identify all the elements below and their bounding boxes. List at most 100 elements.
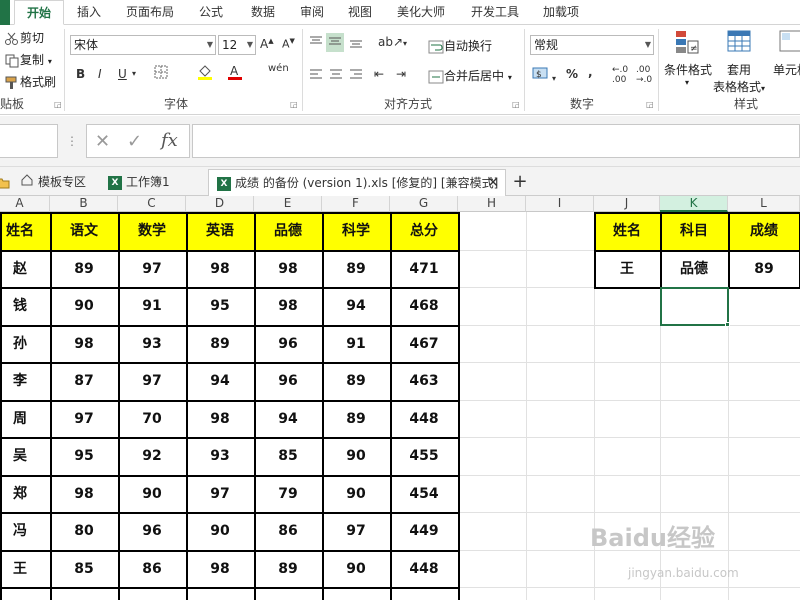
table-cell[interactable]: 93 bbox=[118, 325, 186, 363]
table-cell[interactable]: 89 bbox=[322, 400, 390, 438]
number-format-combo[interactable]: 常规 ▼ bbox=[530, 35, 654, 55]
table-cell[interactable]: 90 bbox=[322, 475, 390, 513]
clipboard-launcher-icon[interactable]: ◲ bbox=[54, 100, 62, 109]
insert-function-button[interactable]: fx bbox=[161, 130, 178, 151]
table-cell[interactable]: 89 bbox=[254, 550, 322, 588]
tab-formulas[interactable]: 公式 bbox=[188, 0, 234, 25]
close-icon[interactable]: ✕ bbox=[487, 170, 499, 196]
table-header-cell[interactable]: 总分 bbox=[390, 212, 458, 250]
tab-view[interactable]: 视图 bbox=[340, 0, 380, 25]
table-cell[interactable]: 89 bbox=[322, 250, 390, 288]
table-cell[interactable]: 79 bbox=[254, 475, 322, 513]
table-cell[interactable]: 449 bbox=[390, 512, 458, 550]
column-header-col-c[interactable]: C bbox=[118, 196, 186, 212]
currency-icon[interactable]: $ ▾ bbox=[532, 65, 556, 84]
chevron-down-icon[interactable]: ▾ bbox=[132, 69, 136, 78]
fill-color-icon[interactable] bbox=[196, 63, 214, 84]
table-cell[interactable]: 98 bbox=[50, 325, 118, 363]
table-header-cell[interactable]: 英语 bbox=[186, 212, 254, 250]
column-header-col-d[interactable]: D bbox=[186, 196, 254, 212]
column-header-col-i[interactable]: I bbox=[526, 196, 594, 212]
table-cell[interactable]: 90 bbox=[322, 550, 390, 588]
column-header-col-g[interactable]: G bbox=[390, 196, 458, 212]
table-cell[interactable]: 89 bbox=[50, 250, 118, 288]
tab-insert[interactable]: 插入 bbox=[66, 0, 112, 25]
table-cell[interactable]: 赵 bbox=[0, 250, 50, 288]
merge-center-button[interactable]: 合并后居中 ▾ bbox=[428, 67, 512, 84]
decrease-indent-icon[interactable]: ⇤ bbox=[374, 67, 384, 81]
formula-input[interactable] bbox=[192, 124, 800, 158]
table-cell[interactable]: 94 bbox=[322, 287, 390, 325]
table-cell[interactable]: 471 bbox=[390, 250, 458, 288]
folder-icon[interactable] bbox=[0, 169, 10, 196]
format-painter-button[interactable]: 格式刷 bbox=[4, 73, 56, 90]
table-header-cell[interactable]: 品德 bbox=[254, 212, 322, 250]
table-cell[interactable]: 98 bbox=[254, 250, 322, 288]
doc-tab-workbook1[interactable]: X 工作簿1 bbox=[108, 169, 204, 196]
table-cell[interactable]: 90 bbox=[186, 512, 254, 550]
table-cell[interactable]: 98 bbox=[254, 287, 322, 325]
table-cell[interactable]: 455 bbox=[390, 437, 458, 475]
conditional-format-button[interactable]: ≠ 条件格式 ▾ bbox=[664, 29, 712, 87]
align-top-icon[interactable] bbox=[308, 35, 324, 52]
table-cell[interactable]: 孙 bbox=[0, 325, 50, 363]
table-cell[interactable]: 96 bbox=[254, 325, 322, 363]
table-cell[interactable]: 87 bbox=[50, 362, 118, 400]
table-header-cell[interactable]: 语文 bbox=[50, 212, 118, 250]
table-cell[interactable]: 90 bbox=[322, 437, 390, 475]
table-cell[interactable]: 97 bbox=[118, 362, 186, 400]
percent-button[interactable]: % bbox=[566, 67, 578, 81]
active-cell-selection[interactable] bbox=[660, 287, 729, 326]
enter-icon[interactable]: ✓ bbox=[127, 131, 142, 152]
table-cell[interactable]: 91 bbox=[118, 287, 186, 325]
table-cell[interactable]: 周 bbox=[0, 400, 50, 438]
table-header-cell[interactable]: 姓名 bbox=[0, 212, 50, 250]
table-cell[interactable]: 448 bbox=[390, 550, 458, 588]
align-middle-icon[interactable] bbox=[326, 33, 344, 52]
table-cell[interactable]: 94 bbox=[186, 362, 254, 400]
lookup-cell[interactable]: 89 bbox=[728, 250, 800, 288]
table-cell[interactable]: 90 bbox=[50, 287, 118, 325]
table-cell[interactable]: 97 bbox=[322, 512, 390, 550]
table-cell[interactable]: 95 bbox=[50, 437, 118, 475]
table-cell[interactable]: 98 bbox=[186, 400, 254, 438]
doc-tab-templates[interactable]: 模板专区 bbox=[20, 169, 100, 196]
column-header-col-l[interactable]: L bbox=[728, 196, 800, 212]
phonetic-icon[interactable]: wén bbox=[268, 63, 289, 74]
tab-developer[interactable]: 开发工具 bbox=[462, 0, 528, 25]
format-as-table-button[interactable]: 套用 表格格式▾ bbox=[712, 29, 766, 95]
tab-addins[interactable]: 加载项 bbox=[534, 0, 588, 25]
table-cell[interactable]: 97 bbox=[50, 400, 118, 438]
column-header-col-h[interactable]: H bbox=[458, 196, 526, 212]
copy-button[interactable]: 复制 ▾ bbox=[4, 51, 52, 68]
table-cell[interactable]: 钱 bbox=[0, 287, 50, 325]
table-cell[interactable]: 467 bbox=[390, 325, 458, 363]
column-header-col-b[interactable]: B bbox=[50, 196, 118, 212]
table-cell[interactable]: 李 bbox=[0, 362, 50, 400]
lookup-header-cell[interactable]: 成绩 bbox=[728, 212, 800, 250]
font-color-icon[interactable]: A bbox=[226, 63, 244, 84]
table-cell[interactable]: 郑 bbox=[0, 475, 50, 513]
column-header-col-a[interactable]: A bbox=[0, 196, 50, 212]
column-header-col-j[interactable]: J bbox=[594, 196, 660, 212]
table-cell[interactable]: 吴 bbox=[0, 437, 50, 475]
column-header-col-e[interactable]: E bbox=[254, 196, 322, 212]
lookup-cell[interactable]: 王 bbox=[594, 250, 660, 288]
align-left-icon[interactable] bbox=[308, 67, 324, 84]
column-header-col-f[interactable]: F bbox=[322, 196, 390, 212]
borders-icon[interactable] bbox=[154, 65, 168, 82]
tab-page-layout[interactable]: 页面布局 bbox=[118, 0, 182, 25]
tab-review[interactable]: 审阅 bbox=[292, 0, 332, 25]
align-center-icon[interactable] bbox=[328, 67, 344, 84]
table-cell[interactable]: 98 bbox=[186, 550, 254, 588]
wrap-text-button[interactable]: 自动换行 bbox=[428, 37, 492, 54]
table-cell[interactable]: 80 bbox=[50, 512, 118, 550]
cancel-icon[interactable]: ✕ bbox=[95, 131, 110, 152]
table-cell[interactable]: 92 bbox=[118, 437, 186, 475]
align-right-icon[interactable] bbox=[348, 67, 364, 84]
table-header-cell[interactable]: 数学 bbox=[118, 212, 186, 250]
align-bottom-icon[interactable] bbox=[348, 35, 364, 52]
file-tab[interactable] bbox=[0, 0, 10, 25]
table-cell[interactable]: 86 bbox=[118, 550, 186, 588]
table-cell[interactable]: 70 bbox=[118, 400, 186, 438]
